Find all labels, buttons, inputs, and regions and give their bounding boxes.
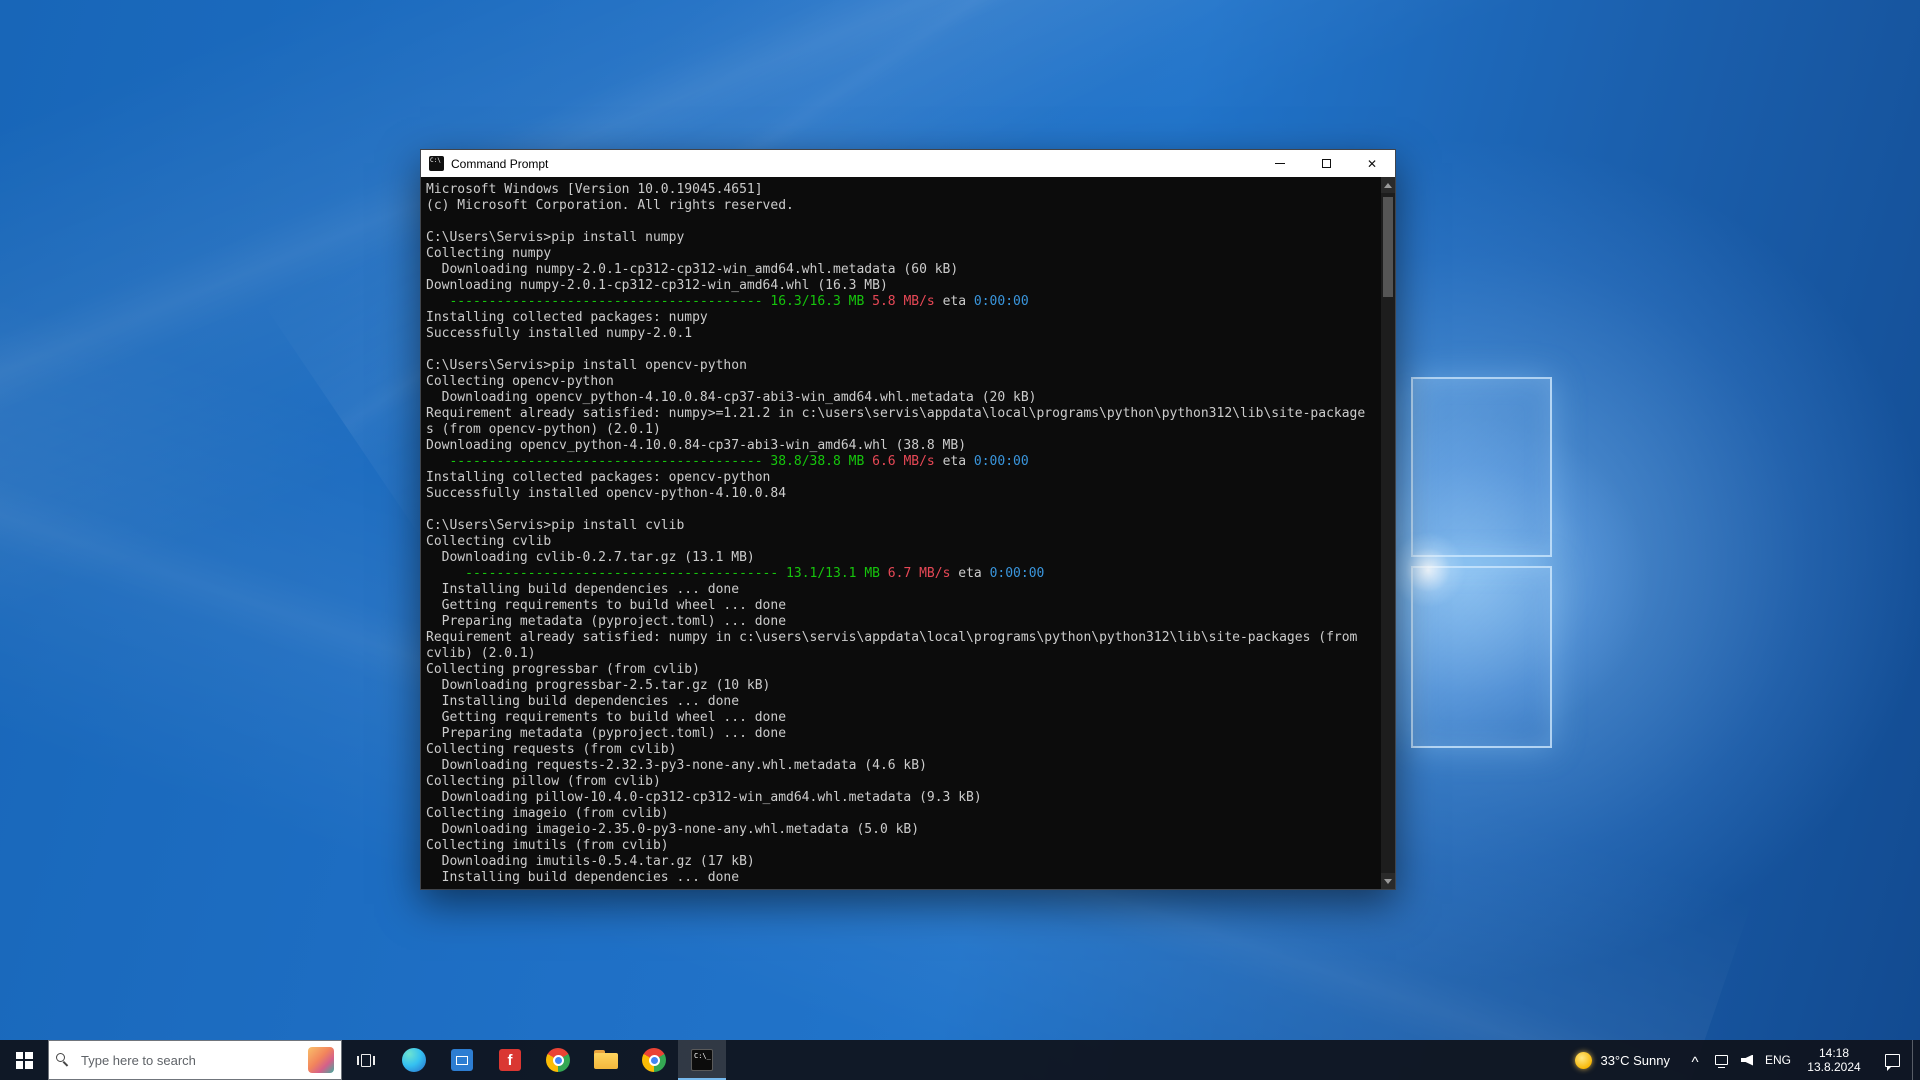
terminal-line: Downloading numpy-2.0.1-cp312-cp312-win_…	[426, 262, 959, 277]
terminal-line: Collecting progressbar (from cvlib)	[426, 662, 700, 677]
taskbar-item-edge[interactable]	[390, 1040, 438, 1080]
taskbar-search-box[interactable]	[48, 1040, 342, 1080]
terminal-line: Getting requirements to build wheel ... …	[426, 598, 787, 613]
taskbar-item-chrome-2[interactable]	[630, 1040, 678, 1080]
maximize-button[interactable]	[1303, 150, 1349, 177]
terminal-line: s (from opencv-python) (2.0.1)	[426, 422, 661, 437]
scroll-up-button[interactable]	[1381, 177, 1395, 193]
command-prompt-icon: C:\_	[691, 1049, 713, 1071]
terminal-output[interactable]: Microsoft Windows [Version 10.0.19045.46…	[421, 177, 1381, 889]
terminal-line: Microsoft Windows [Version 10.0.19045.46…	[426, 182, 763, 197]
terminal-line: Collecting requests (from cvlib)	[426, 742, 677, 757]
tray-expand-button[interactable]: ^	[1682, 1040, 1708, 1080]
terminal-line: Collecting pillow (from cvlib)	[426, 774, 661, 789]
microsoft-store-icon	[451, 1049, 473, 1071]
maximize-icon	[1321, 159, 1331, 168]
minimize-button[interactable]	[1257, 150, 1303, 177]
taskbar-item-f-app[interactable]: f	[486, 1040, 534, 1080]
terminal-line: Downloading opencv_python-4.10.0.84-cp37…	[426, 390, 1037, 405]
edge-icon	[402, 1048, 426, 1072]
file-explorer-icon	[594, 1050, 618, 1070]
clock-time: 14:18	[1818, 1046, 1850, 1060]
terminal-scrollbar[interactable]	[1381, 177, 1395, 889]
terminal-line: Downloading requests-2.32.3-py3-none-any…	[426, 758, 927, 773]
clock-date: 13.8.2024	[1807, 1060, 1861, 1074]
volume-icon	[1741, 1054, 1753, 1066]
window-titlebar[interactable]: C:\ Command Prompt ✕	[421, 150, 1395, 177]
taskbar-item-command-prompt[interactable]: C:\_	[678, 1040, 726, 1080]
action-center-button[interactable]	[1872, 1040, 1912, 1080]
terminal-line: Successfully installed opencv-python-4.1…	[426, 486, 787, 501]
weather-text: 33°C Sunny	[1600, 1052, 1670, 1068]
f-app-icon: f	[499, 1049, 521, 1071]
language-indicator[interactable]: ENG	[1760, 1040, 1796, 1080]
start-button[interactable]	[0, 1040, 48, 1080]
scroll-down-button[interactable]	[1381, 873, 1395, 889]
terminal-line: ----------------------------------------…	[465, 566, 1045, 581]
terminal-line: Collecting opencv-python	[426, 374, 614, 389]
terminal-line: Collecting cvlib	[426, 534, 552, 549]
terminal-line: Installing build dependencies ... done	[426, 582, 740, 597]
show-desktop-button[interactable]	[1912, 1040, 1920, 1080]
taskbar-item-file-explorer[interactable]	[582, 1040, 630, 1080]
close-button[interactable]: ✕	[1349, 150, 1395, 177]
terminal-line: Installing collected packages: numpy	[426, 310, 708, 325]
terminal-line: Requirement already satisfied: numpy in …	[426, 630, 1358, 645]
pc-monitor-icon	[1714, 1055, 1728, 1068]
taskbar-item-store[interactable]	[438, 1040, 486, 1080]
windows-start-icon	[15, 1051, 33, 1069]
window-title: Command Prompt	[451, 156, 549, 171]
chrome-icon-2	[642, 1048, 666, 1072]
volume-button[interactable]	[1734, 1040, 1760, 1080]
terminal-line: (c) Microsoft Corporation. All rights re…	[426, 198, 794, 213]
scroll-down-icon	[1384, 878, 1392, 884]
taskbar-clock[interactable]: 14:18 13.8.2024	[1796, 1040, 1872, 1080]
terminal-line: Installing build dependencies ... done	[426, 870, 740, 885]
terminal-line: C:\Users\Servis>pip install opencv-pytho…	[426, 358, 747, 373]
search-icon	[56, 1052, 71, 1068]
window-controls: ✕	[1257, 150, 1395, 177]
taskbar-weather-widget[interactable]: 33°C Sunny	[1563, 1040, 1682, 1080]
terminal-line: Collecting imageio (from cvlib)	[426, 806, 669, 821]
minimize-icon	[1275, 163, 1285, 164]
taskbar-item-chrome[interactable]	[534, 1040, 582, 1080]
terminal-line: Downloading progressbar-2.5.tar.gz (10 k…	[426, 678, 771, 693]
scrollbar-thumb[interactable]	[1383, 197, 1393, 297]
scroll-up-icon	[1384, 182, 1392, 188]
terminal-line: Requirement already satisfied: numpy>=1.…	[426, 406, 1366, 421]
terminal-line: Successfully installed numpy-2.0.1	[426, 326, 693, 341]
terminal-line: Collecting imutils (from cvlib)	[426, 838, 669, 853]
terminal-line: Preparing metadata (pyproject.toml) ... …	[426, 614, 787, 629]
terminal-line: C:\Users\Servis>pip install cvlib	[426, 518, 685, 533]
sun-weather-icon	[1575, 1051, 1593, 1069]
terminal-line: ----------------------------------------…	[449, 294, 1029, 309]
search-highlights-icon[interactable]	[308, 1047, 334, 1073]
terminal-line: Downloading cvlib-0.2.7.tar.gz (13.1 MB)	[426, 550, 755, 565]
cmd-app-icon: C:\	[429, 156, 444, 171]
action-center-icon	[1884, 1053, 1900, 1071]
terminal-line: ----------------------------------------…	[449, 454, 1029, 469]
taskbar: f C:\_ 33°C Sunny ^ ENG 14:18 13.8.2024	[0, 1040, 1920, 1080]
terminal-line: Collecting numpy	[426, 246, 552, 261]
terminal-line: Installing collected packages: opencv-py…	[426, 470, 771, 485]
tray-pc-button[interactable]	[1708, 1040, 1734, 1080]
terminal-line: cvlib) (2.0.1)	[426, 646, 536, 661]
terminal-line: Downloading numpy-2.0.1-cp312-cp312-win_…	[426, 278, 888, 293]
cmd-window: C:\ Command Prompt ✕ Microsoft Windows […	[420, 149, 1396, 890]
terminal-line: Downloading imageio-2.35.0-py3-none-any.…	[426, 822, 920, 837]
terminal-line: Installing build dependencies ... done	[426, 694, 740, 709]
terminal-line: Downloading opencv_python-4.10.0.84-cp37…	[426, 438, 967, 453]
search-input[interactable]	[79, 1051, 300, 1069]
terminal-line: Downloading pillow-10.4.0-cp312-cp312-wi…	[426, 790, 982, 805]
task-view-button[interactable]	[342, 1040, 390, 1080]
chrome-icon	[546, 1048, 570, 1072]
terminal-line: C:\Users\Servis>pip install numpy	[426, 230, 685, 245]
terminal-line: Preparing metadata (pyproject.toml) ... …	[426, 726, 787, 741]
terminal-line: Downloading imutils-0.5.4.tar.gz (17 kB)	[426, 854, 755, 869]
task-view-icon	[357, 1053, 375, 1067]
terminal-line: Getting requirements to build wheel ... …	[426, 710, 787, 725]
